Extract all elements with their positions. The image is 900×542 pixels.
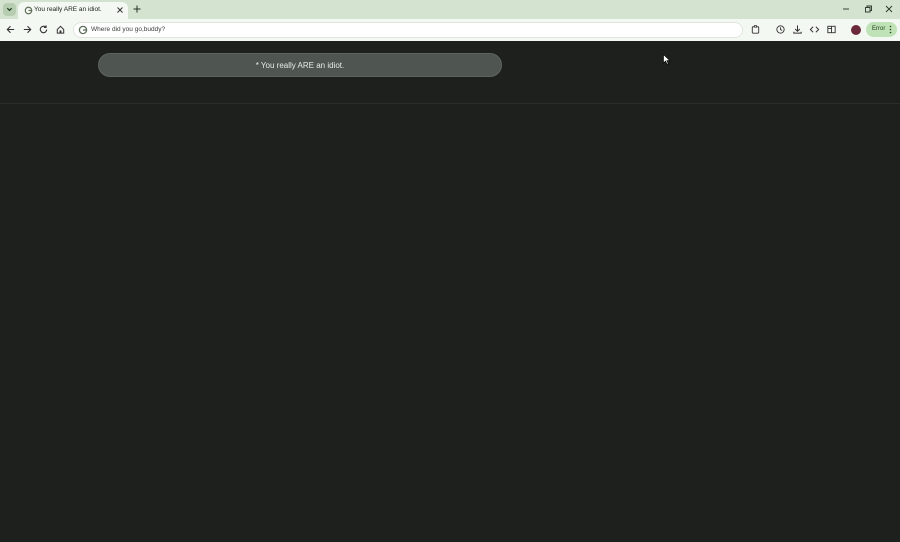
google-icon [24, 6, 33, 15]
forward-icon[interactable] [22, 24, 33, 35]
tab-title: You really ARE an idiot. [34, 6, 102, 13]
minimize-icon[interactable] [841, 4, 851, 14]
active-tab[interactable]: You really ARE an idiot. [18, 2, 128, 19]
window-close-icon[interactable] [884, 4, 894, 14]
reload-icon[interactable] [38, 24, 49, 35]
chevron-down-icon [6, 7, 13, 12]
page-content: * You really ARE an idiot. [0, 41, 900, 542]
home-icon[interactable] [55, 24, 66, 35]
sidepanel-icon[interactable] [826, 24, 837, 35]
code-icon[interactable] [809, 24, 820, 35]
extensions-icon[interactable] [750, 24, 761, 35]
avatar[interactable] [851, 25, 861, 35]
mouse-cursor-icon [663, 54, 671, 65]
kebab-menu-icon[interactable] [889, 25, 892, 34]
error-label: Error [872, 26, 886, 32]
download-icon[interactable] [792, 24, 803, 35]
tab-search-button[interactable] [3, 3, 16, 16]
tab-strip: You really ARE an idiot. [0, 0, 900, 19]
plus-icon[interactable] [132, 4, 142, 14]
restore-icon[interactable] [863, 4, 873, 14]
banner-message: * You really ARE an idiot. [255, 60, 345, 70]
google-icon [78, 25, 88, 35]
close-icon[interactable] [116, 6, 124, 14]
divider [0, 103, 900, 104]
address-text[interactable]: Where did you go,buddy? [91, 26, 165, 33]
back-icon[interactable] [5, 24, 16, 35]
profile-error-button[interactable]: Error [866, 22, 897, 37]
address-bar[interactable]: Where did you go,buddy? [73, 22, 743, 38]
history-icon[interactable] [775, 24, 786, 35]
message-banner: * You really ARE an idiot. [98, 53, 502, 77]
browser-toolbar: Where did you go,buddy? [0, 19, 900, 41]
